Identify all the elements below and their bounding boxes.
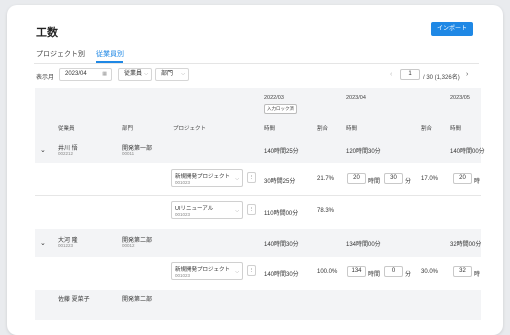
minute-unit: 分 xyxy=(405,272,412,278)
project-code: 001023 xyxy=(175,212,191,217)
total-time-1: 140時間25分 xyxy=(264,149,299,155)
col-time-3: 時間 xyxy=(450,126,462,132)
main-card: 工数 インポート プロジェクト別 従業員別 表示月 2023/04 ▦ 従業員 … xyxy=(7,5,503,335)
employee-id: 002212 xyxy=(58,151,74,156)
total-time-3: 32時間00分 xyxy=(450,242,482,248)
chevron-down-icon: ⌵ xyxy=(235,269,239,275)
month-header-3: 2023/05 xyxy=(450,95,470,101)
employee-name: 佐藤 夏菜子 xyxy=(58,297,90,303)
project-time-1: 140時間30分 xyxy=(264,272,299,278)
total-time-1: 140時間30分 xyxy=(264,242,299,248)
project-select[interactable]: 新規開発プロジェクト 001023 ⌵ xyxy=(171,169,243,187)
hours-input[interactable]: 20 xyxy=(453,173,472,184)
project-code: 001023 xyxy=(175,273,191,278)
page-total: / 30 (1,326名) xyxy=(423,75,460,81)
month-header-1: 2022/03 xyxy=(264,95,284,101)
next-page-icon[interactable]: › xyxy=(466,71,468,78)
chevron-down-icon: ⌵ xyxy=(144,71,148,77)
tab-by-project[interactable]: プロジェクト別 xyxy=(36,49,85,59)
employee-filter-label: 従業員 xyxy=(124,71,143,77)
tab-by-employee[interactable]: 従業員別 xyxy=(96,49,124,59)
dept-id: 00011 xyxy=(122,151,135,156)
month-header-2: 2023/04 xyxy=(346,95,366,101)
hour-unit-short: 時 xyxy=(474,272,481,278)
chevron-down-icon: ⌵ xyxy=(181,71,185,77)
hour-unit: 時間 xyxy=(368,272,381,278)
chevron-down-icon: ⌵ xyxy=(235,176,239,182)
period-value: 2023/04 xyxy=(65,71,87,77)
total-time-2: 120時間30分 xyxy=(346,149,381,155)
collapse-chevron-icon[interactable]: ⌄ xyxy=(40,239,46,247)
project-code: 001023 xyxy=(175,180,191,185)
minutes-input[interactable]: 0 xyxy=(384,266,403,277)
hour-unit: 時間 xyxy=(368,179,381,185)
hours-input[interactable]: 32 xyxy=(453,266,472,277)
tabs-divider xyxy=(34,63,479,64)
col-project: プロジェクト xyxy=(173,126,207,132)
hour-unit-short: 時 xyxy=(474,179,481,185)
project-select[interactable]: UIリニューアル 001023 ⌵ xyxy=(171,201,243,219)
calendar-icon: ▦ xyxy=(102,71,107,77)
project-ratio-1: 100.0% xyxy=(317,269,338,275)
minute-unit: 分 xyxy=(405,179,412,185)
chevron-down-icon: ⌵ xyxy=(235,208,239,214)
project-select[interactable]: 新規開発プロジェクト 001023 ⌵ xyxy=(171,262,243,280)
page-input[interactable]: 1 xyxy=(400,69,420,80)
prev-page-icon[interactable]: ‹ xyxy=(390,71,392,78)
import-button[interactable]: インポート xyxy=(431,22,473,36)
hours-input[interactable]: 20 xyxy=(347,173,366,184)
employee-id: 001223 xyxy=(58,243,74,248)
minutes-input[interactable]: 30 xyxy=(384,173,403,184)
project-ratio-1: 78.3% xyxy=(317,208,335,214)
project-ratio-2: 17.0% xyxy=(421,176,439,182)
active-tab-indicator xyxy=(96,61,123,63)
dept-name: 開発第二部 xyxy=(122,297,153,303)
page-title: 工数 xyxy=(36,27,58,39)
lock-badge: 入力ロック済 xyxy=(264,104,297,114)
row-menu-icon[interactable]: ⋮ xyxy=(247,265,256,276)
dept-filter-label: 部門 xyxy=(161,71,174,77)
hours-input[interactable]: 134 xyxy=(347,266,366,277)
total-time-3: 140時間00分 xyxy=(450,149,485,155)
row-divider xyxy=(35,195,481,196)
dept-filter[interactable]: 部門 ⌵ xyxy=(155,68,189,81)
group-row[interactable] xyxy=(35,290,481,320)
collapse-chevron-icon[interactable]: ⌄ xyxy=(40,146,46,154)
project-time-1: 110時間00分 xyxy=(264,211,299,217)
col-time-1: 時間 xyxy=(264,126,276,132)
period-select[interactable]: 2023/04 ▦ xyxy=(59,68,112,81)
project-ratio-2: 30.0% xyxy=(421,269,439,275)
col-dept: 部門 xyxy=(122,126,134,132)
dept-id: 00012 xyxy=(122,243,135,248)
group-row[interactable] xyxy=(35,136,481,163)
period-label: 表示月 xyxy=(36,75,55,81)
employee-filter[interactable]: 従業員 ⌵ xyxy=(118,68,152,81)
col-ratio-1: 割合 xyxy=(317,126,329,132)
total-time-2: 134時間00分 xyxy=(346,242,381,248)
group-row[interactable] xyxy=(35,229,481,257)
col-time-2: 時間 xyxy=(346,126,358,132)
project-ratio-1: 21.7% xyxy=(317,176,335,182)
project-name: 新規開発プロジェクト xyxy=(175,267,231,273)
col-ratio-2: 割合 xyxy=(421,126,433,132)
project-name: 新規開発プロジェクト xyxy=(175,174,231,180)
row-menu-icon[interactable]: ⋮ xyxy=(247,204,256,215)
col-employee: 従業員 xyxy=(58,126,75,132)
project-time-1: 30時間25分 xyxy=(264,179,296,185)
row-menu-icon[interactable]: ⋮ xyxy=(247,172,256,183)
project-name: UIリニューアル xyxy=(175,206,214,212)
